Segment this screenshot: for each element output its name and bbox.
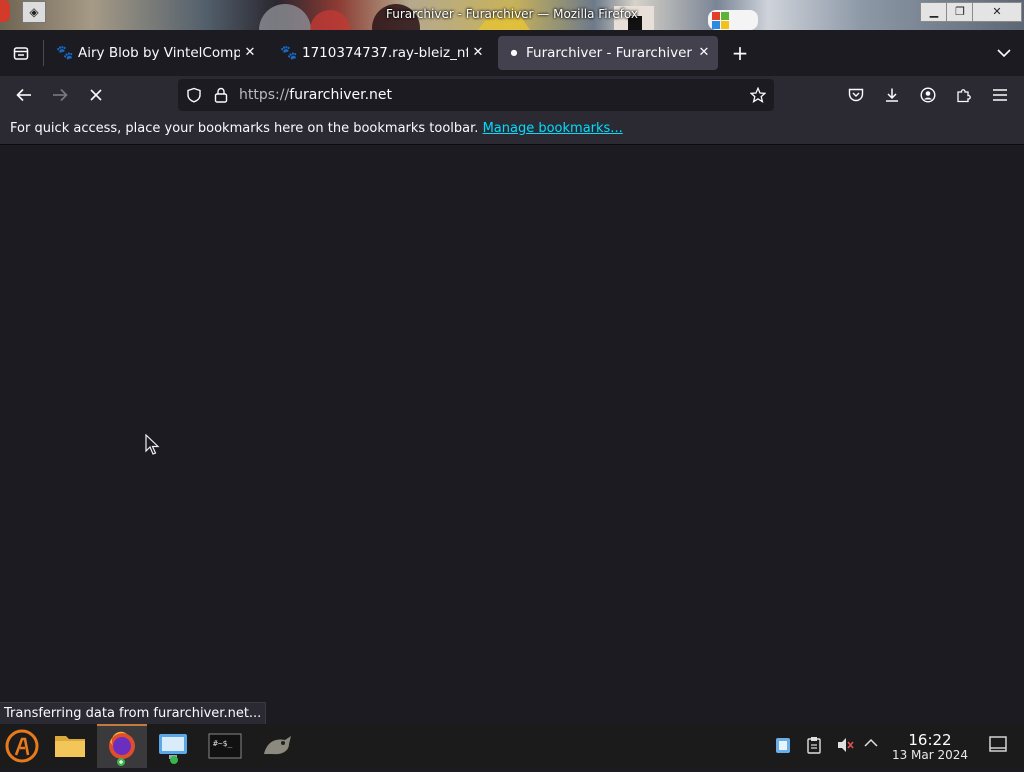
tab-airy-blob[interactable]: 🐾 Airy Blob by VintelCompa ✕ xyxy=(48,36,264,70)
maximize-button[interactable]: ❐ xyxy=(946,2,974,22)
stop-button[interactable] xyxy=(81,80,111,110)
tab-furarchiver[interactable]: ● Furarchiver - Furarchiver ✕ xyxy=(498,36,718,70)
downloads-icon[interactable] xyxy=(877,80,907,110)
minimize-button[interactable]: ▁ xyxy=(920,2,948,22)
firefox-taskbar-icon[interactable] xyxy=(97,724,147,768)
clipboard-app-icon[interactable] xyxy=(775,736,791,758)
tab-close-icon[interactable]: ✕ xyxy=(242,36,258,70)
clock-time[interactable]: 16:22 xyxy=(892,731,968,749)
shield-icon[interactable] xyxy=(186,79,202,115)
pocket-icon[interactable] xyxy=(841,80,871,110)
tab-close-icon[interactable]: ✕ xyxy=(470,36,486,70)
lock-icon[interactable] xyxy=(214,79,228,115)
firefox-view-icon[interactable] xyxy=(6,38,36,68)
url-host: furarchiver.net xyxy=(289,87,393,103)
bookmarks-hint: For quick access, place your bookmarks h… xyxy=(10,114,623,144)
bookmark-star-icon[interactable] xyxy=(749,79,767,115)
clipboard-icon[interactable] xyxy=(806,736,822,758)
loading-dot-icon: ● xyxy=(510,48,518,57)
tab-close-icon[interactable]: ✕ xyxy=(696,36,712,70)
tab-divider xyxy=(43,40,44,66)
start-menu-button[interactable] xyxy=(0,724,44,768)
volume-muted-icon[interactable] xyxy=(836,736,854,758)
url-text[interactable]: https://furarchiver.net xyxy=(239,79,392,111)
bookmarks-hint-text: For quick access, place your bookmarks h… xyxy=(10,121,479,136)
gimp-icon[interactable] xyxy=(255,724,299,768)
forward-button[interactable] xyxy=(45,80,75,110)
paw-icon: 🐾 xyxy=(280,45,298,61)
window-title: Furarchiver - Furarchiver — Mozilla Fire… xyxy=(386,7,638,21)
close-window-button[interactable]: ✕ xyxy=(972,2,1022,22)
clock-date[interactable]: 13 Mar 2024 xyxy=(888,748,972,762)
new-tab-button[interactable]: + xyxy=(725,38,755,68)
tab-label: Airy Blob by VintelCompa xyxy=(78,45,240,61)
nav-bar: https://furarchiver.net xyxy=(0,76,1024,114)
terminal-icon[interactable]: #~$_ xyxy=(203,724,247,768)
url-bar[interactable]: https://furarchiver.net xyxy=(178,79,774,111)
tray-expand-icon[interactable] xyxy=(864,736,878,754)
paw-icon: 🐾 xyxy=(56,45,74,61)
tab-label: 1710374737.ray-bleiz_nf xyxy=(302,45,468,61)
tab-ray-bleiz[interactable]: 🐾 1710374737.ray-bleiz_nf ✕ xyxy=(272,36,492,70)
status-panel: Transferring data from furarchiver.net..… xyxy=(0,702,267,725)
file-manager-icon[interactable] xyxy=(48,724,92,768)
remote-desktop-icon[interactable] xyxy=(151,724,195,768)
mouse-cursor-icon xyxy=(145,434,160,455)
manage-bookmarks-link[interactable]: Manage bookmarks... xyxy=(483,121,623,136)
bookmarks-toolbar: For quick access, place your bookmarks h… xyxy=(0,114,1024,145)
tab-strip: 🐾 Airy Blob by VintelCompa ✕ 🐾 171037473… xyxy=(0,30,1024,76)
window-titlebar[interactable]: ◈ Furarchiver - Furarchiver — Mozilla Fi… xyxy=(0,0,1024,30)
show-desktop-icon[interactable] xyxy=(989,736,1007,756)
back-button[interactable] xyxy=(9,80,39,110)
account-icon[interactable] xyxy=(913,80,943,110)
list-all-tabs-button[interactable] xyxy=(989,38,1019,68)
url-scheme: https:// xyxy=(239,87,290,103)
taskbar: #~$_ 16:22 13 Mar 2024 xyxy=(0,724,1024,768)
svg-text:#~$_: #~$_ xyxy=(213,739,232,748)
extensions-icon[interactable] xyxy=(949,80,979,110)
menu-hamburger-icon[interactable] xyxy=(985,80,1015,110)
tab-label: Furarchiver - Furarchiver xyxy=(526,45,692,61)
